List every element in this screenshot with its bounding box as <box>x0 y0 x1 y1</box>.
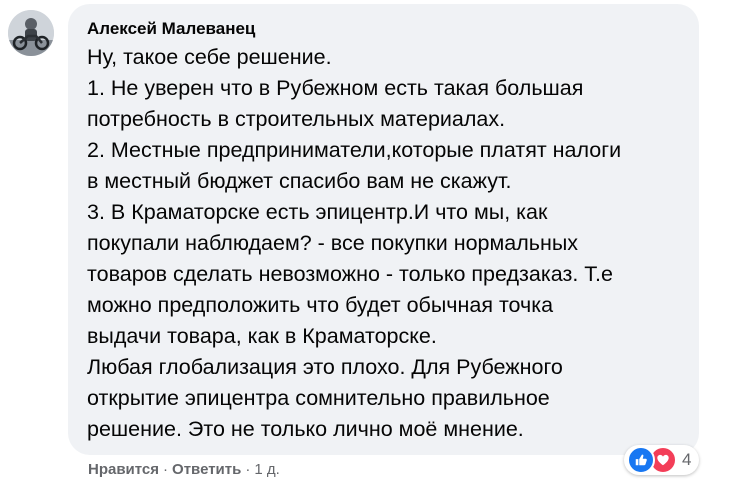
comment-line: Любая глобализация это плохо. Для Рубежн… <box>87 355 563 379</box>
reaction-count: 4 <box>682 450 692 469</box>
avatar-photo <box>8 10 54 56</box>
comment-line: 3. В Краматорске есть эпицентр.И что мы,… <box>87 200 548 224</box>
reply-button[interactable]: Ответить <box>172 461 241 478</box>
comment-line: 2. Местные предприниматели,которые платя… <box>87 138 622 162</box>
like-button[interactable]: Нравится <box>88 461 159 478</box>
avatar[interactable] <box>8 10 54 56</box>
separator: · <box>245 461 251 478</box>
comment-line: решение. Это не только лично моё мнение. <box>87 417 524 441</box>
comment-line: потребность в строительных материалах. <box>87 107 506 131</box>
comment-line: в местный бюджет спасибо вам не скажут. <box>87 169 512 193</box>
comment-line: можно предположить что будет обычная точ… <box>87 293 554 317</box>
comment-line: товаров сделать невозможно - только пред… <box>87 262 613 286</box>
comment-line: открытие эпицентра сомнительно правильно… <box>87 386 550 410</box>
comment-line: выдачи товара, как в Краматорске. <box>87 324 437 348</box>
comment-actions: Нравится · Ответить · 1 д. <box>88 459 280 481</box>
separator: · <box>163 461 169 478</box>
comment-line: Ну, такое себе решение. <box>87 45 332 69</box>
comment-line: 1. Не уверен что в Рубежном есть такая б… <box>87 76 584 100</box>
author-name[interactable]: Алексей Малеванец <box>87 18 255 40</box>
timestamp[interactable]: 1 д. <box>254 461 279 478</box>
like-icon <box>627 446 655 474</box>
comment-bubble: Алексей Малеванец Ну, такое себе решение… <box>68 4 699 455</box>
reactions-summary[interactable]: 4 <box>624 445 700 475</box>
comment-line: покупали наблюдаем? - все покупки нормал… <box>87 231 579 255</box>
comment-text: Ну, такое себе решение. 1. Не уверен что… <box>87 42 683 445</box>
